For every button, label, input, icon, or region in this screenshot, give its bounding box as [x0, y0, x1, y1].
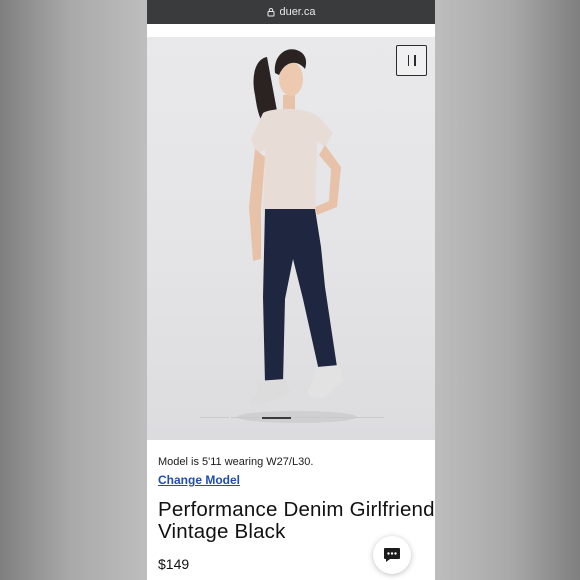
- pause-icon: [407, 55, 409, 66]
- model-note: Model is 5'11 wearing W27/L30.: [158, 456, 314, 468]
- header-spacer: [147, 24, 435, 37]
- product-image[interactable]: [147, 37, 435, 440]
- product-price: $149: [158, 556, 190, 572]
- lock-icon: [267, 8, 275, 17]
- pause-button[interactable]: [396, 45, 427, 76]
- browser-url-bar[interactable]: duer.ca: [147, 0, 435, 24]
- carousel-dot[interactable]: [293, 417, 322, 418]
- chat-bubble-icon: [384, 548, 400, 562]
- chat-button[interactable]: [373, 536, 411, 574]
- carousel-dot[interactable]: [200, 417, 229, 418]
- change-model-link[interactable]: Change Model: [158, 473, 240, 487]
- url-text: duer.ca: [279, 6, 316, 18]
- carousel-dot[interactable]: [324, 417, 353, 418]
- carousel-indicator: [199, 417, 385, 419]
- model-photo: [237, 49, 357, 423]
- carousel-dot[interactable]: [231, 417, 260, 418]
- carousel-dot-active[interactable]: [262, 417, 291, 419]
- phone-screen: duer.ca Model is 5'11 wearing W27/L30. C…: [147, 0, 435, 580]
- carousel-dot[interactable]: [355, 417, 384, 418]
